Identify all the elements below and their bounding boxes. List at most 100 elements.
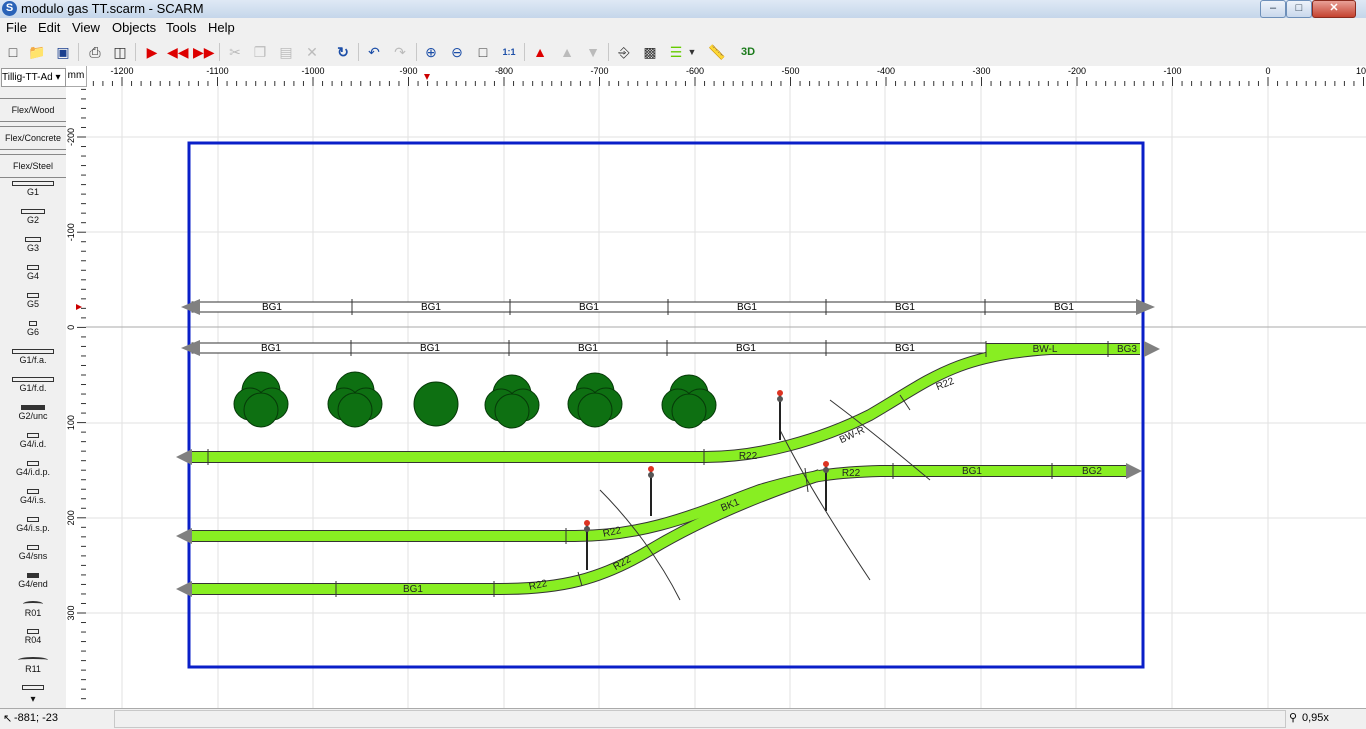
print-preview-icon[interactable]: ◫ <box>110 42 130 62</box>
lower-icon[interactable]: ▼ <box>583 42 603 62</box>
redo-icon[interactable]: ↷ <box>390 42 410 62</box>
zoom-fit-icon[interactable]: □ <box>473 42 493 62</box>
forward-arrows-icon[interactable]: ▶▶ <box>193 42 215 62</box>
zoom-icon: ⚲ <box>1289 712 1298 724</box>
palette-item-label: G4/end <box>18 579 48 589</box>
menu-help[interactable]: Help <box>208 20 235 35</box>
tree[interactable] <box>661 374 717 429</box>
library-select[interactable]: Tillig-TT-Ad ▾ <box>1 68 66 87</box>
zoom-in-icon[interactable]: ⊕ <box>421 42 441 62</box>
tree[interactable] <box>567 372 623 428</box>
undo-icon[interactable]: ↶ <box>364 42 384 62</box>
new-file-icon[interactable]: □ <box>3 42 23 62</box>
zoom-1-1-icon[interactable]: 1:1 <box>499 42 519 62</box>
menu-file[interactable]: File <box>6 20 27 35</box>
tree[interactable] <box>327 371 383 428</box>
elevate-icon[interactable]: ▲ <box>557 42 577 62</box>
copy-icon[interactable]: ❐ <box>250 42 270 62</box>
palette-item-label: G2/unc <box>18 411 48 421</box>
palette-item-g4-id[interactable]: G4/i.d. <box>0 430 66 449</box>
track-row-1[interactable]: BG1 BG1 BG1 BG1 BG1 BG1 <box>181 299 1155 315</box>
ruler-y-label: -100 <box>66 223 76 241</box>
palette-item-g2[interactable]: G2 <box>0 206 66 225</box>
palette-item-g1-fa[interactable]: G1/f.a. <box>0 346 66 365</box>
palette-item-partial[interactable] <box>0 682 66 691</box>
menu-tools[interactable]: Tools <box>166 20 196 35</box>
3d-view-icon[interactable]: 3D <box>738 42 758 62</box>
track-label: R22 <box>842 468 861 479</box>
palette-item-g6[interactable]: G6 <box>0 318 66 337</box>
trees[interactable] <box>233 371 717 429</box>
palette-item-g4-is[interactable]: G4/i.s. <box>0 486 66 505</box>
tree[interactable] <box>413 381 459 427</box>
track-label: BG1 <box>737 302 757 313</box>
zoom-out-icon[interactable]: ⊖ <box>447 42 467 62</box>
palette-item-g4-idp[interactable]: G4/i.d.p. <box>0 458 66 477</box>
palette-item-r11[interactable]: R11 <box>0 654 66 674</box>
palette-item-g5[interactable]: G5 <box>0 290 66 309</box>
palette-item-label: G2 <box>26 215 39 225</box>
maximize-button[interactable]: □ <box>1286 0 1312 18</box>
ruler-x-label: -300 <box>972 66 990 76</box>
layout-canvas[interactable]: BG1 BG1 BG1 BG1 BG1 BG1 BG1 BG1 BG1 BG1 … <box>86 86 1366 708</box>
ruler-x-label: -1200 <box>110 66 133 76</box>
palette-item-g4-sns[interactable]: G4/sns <box>0 542 66 561</box>
save-icon[interactable]: ▣ <box>53 42 73 62</box>
signal[interactable] <box>777 390 783 440</box>
palette-item-g2-unc[interactable]: G2/unc <box>0 402 66 421</box>
palette-scroll-down-icon[interactable]: ▾ <box>0 694 66 705</box>
tree[interactable] <box>233 371 289 428</box>
layers-icon[interactable]: ☰ <box>666 42 686 62</box>
layout-drawing[interactable]: BG1 BG1 BG1 BG1 BG1 BG1 BG1 BG1 BG1 BG1 … <box>86 86 1366 708</box>
signal[interactable] <box>823 461 829 511</box>
palette-item-g1-fd[interactable]: G1/f.d. <box>0 374 66 393</box>
minimize-button[interactable]: – <box>1260 0 1286 18</box>
ruler-x-label: 0 <box>1265 66 1270 76</box>
back-arrows-icon[interactable]: ◀◀ <box>167 42 189 62</box>
palette-item-g4-isp[interactable]: G4/i.s.p. <box>0 514 66 533</box>
menu-view[interactable]: View <box>72 20 100 35</box>
delete-icon[interactable]: ✕ <box>302 42 322 62</box>
palette-item-flex-steel[interactable]: Flex/Steel <box>0 154 66 178</box>
signal[interactable] <box>584 520 590 570</box>
palette-item-label: R11 <box>25 664 41 674</box>
palette-item-g1[interactable]: G1 <box>0 178 66 197</box>
palette-item-label: G1/f.a. <box>19 355 47 365</box>
track-label: BG1 <box>578 343 598 354</box>
next-arrow-icon[interactable]: ▶ <box>142 42 162 62</box>
palette-item-g3[interactable]: G3 <box>0 234 66 253</box>
bridge-icon[interactable]: ⎆ <box>614 42 634 62</box>
tree[interactable] <box>484 374 540 429</box>
ruler-vertical: -200 -100 0 100 200 300 <box>66 86 87 708</box>
ruler-x-label: -1100 <box>206 66 228 76</box>
rotate-icon[interactable]: ↻ <box>333 42 353 62</box>
palette-item-g4-end[interactable]: G4/end <box>0 570 66 589</box>
ruler-x-label: 100 <box>1356 66 1366 76</box>
chip-icon[interactable]: ▩ <box>640 42 660 62</box>
signal[interactable] <box>648 466 654 516</box>
status-bar: ↖ -881; -23 ⚲ 0,95x <box>0 708 1366 729</box>
palette-item-flex-concrete[interactable]: Flex/Concrete <box>0 126 66 150</box>
ruler-x-label: -400 <box>877 66 895 76</box>
palette-item-r04[interactable]: R04 <box>0 626 66 645</box>
print-icon[interactable]: ⎙ <box>85 42 105 62</box>
palette-item-flex-wood[interactable]: Flex/Wood <box>0 98 66 122</box>
palette-item-r01[interactable]: R01 <box>0 598 66 618</box>
palette-item-g4[interactable]: G4 <box>0 262 66 281</box>
cut-icon[interactable]: ✂ <box>225 42 245 62</box>
track-segment[interactable] <box>191 301 1143 313</box>
paste-icon[interactable]: ▤ <box>276 42 296 62</box>
chevron-down-icon[interactable]: ▼ <box>686 42 698 62</box>
ruler-x-label: -800 <box>495 66 513 76</box>
menu-objects[interactable]: Objects <box>112 20 156 35</box>
measure-icon[interactable]: 📏 <box>707 42 727 62</box>
track-label: BG1 <box>736 343 756 354</box>
title-bar: S modulo gas TT.scarm - SCARM – □ ✕ <box>0 0 1366 19</box>
open-folder-icon[interactable]: 📁 <box>27 42 47 62</box>
close-button[interactable]: ✕ <box>1312 0 1356 18</box>
menu-edit[interactable]: Edit <box>38 20 60 35</box>
ruler-x-label: -100 <box>1163 66 1181 76</box>
track-row-2[interactable]: BG1 BG1 BG1 BG1 BG1 <box>181 340 987 356</box>
palette-item-label: G4 <box>26 271 39 281</box>
height-marker-icon[interactable]: ▲ <box>530 42 550 62</box>
